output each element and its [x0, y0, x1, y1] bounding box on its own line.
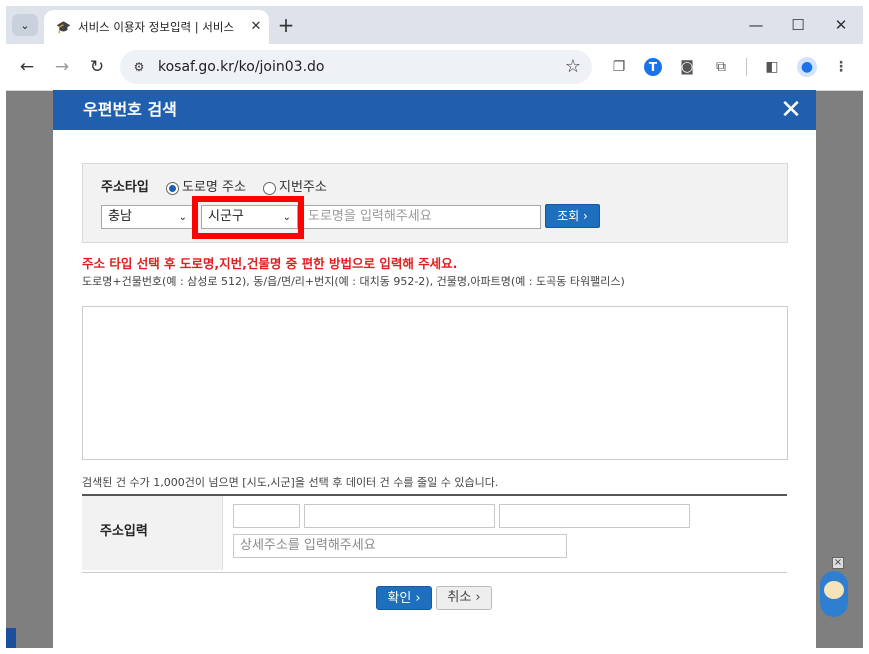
forward-button[interactable]: →	[51, 56, 73, 78]
province-select[interactable]: 충남 ⌄	[101, 205, 194, 229]
tab-close-icon[interactable]: ✕	[247, 18, 265, 36]
postcode-field[interactable]	[233, 504, 300, 528]
radio-jibun-address[interactable]	[263, 182, 276, 195]
translate-extension-icon[interactable]: T	[644, 58, 662, 76]
browser-toolbar: ← → ↻ ⚙ kosaf.go.kr/ko/join03.do ☆ ❐ T ◙…	[6, 44, 863, 91]
postcode-search-modal: 우편번호 검색 ✕ 주소타입 도로명 주소 지번주소 충남 ⌄ 시군구 ⌄ 도로…	[53, 90, 816, 648]
bookmark-star-icon[interactable]: ☆	[562, 56, 584, 78]
chevron-down-icon: ⌄	[178, 212, 187, 223]
tab-title: 서비스 이용자 정보입력 | 서비스 이용	[78, 20, 238, 34]
result-count-note: 검색된 건 수가 1,000건이 넘으면 [시도,시군]을 선택 후 데이터 건…	[82, 476, 499, 489]
modal-header: 우편번호 검색 ✕	[53, 90, 816, 130]
menu-kebab-icon[interactable]: ⋮	[830, 56, 852, 78]
detail-address-field[interactable]: 상세주소를 입력해주세요	[233, 534, 567, 558]
back-button[interactable]: ←	[16, 56, 38, 78]
modal-close-icon[interactable]: ✕	[777, 96, 805, 124]
confirm-button[interactable]: 확인 ›	[376, 586, 432, 610]
tab-strip: ⌄ 🎓 서비스 이용자 정보입력 | 서비스 이용 ✕ + — ☐ ✕	[6, 6, 863, 44]
input-warning-text: 주소 타입 선택 후 도로명,지번,건물명 중 편한 방법으로 입력해 주세요.	[82, 256, 458, 271]
reload-button[interactable]: ↻	[86, 56, 108, 78]
radio-jibun-label[interactable]: 지번주소	[279, 180, 327, 196]
detail-address-placeholder: 상세주소를 입력해주세요	[240, 538, 376, 553]
site-info-icon[interactable]: ⚙	[130, 58, 148, 76]
modal-title: 우편번호 검색	[83, 100, 177, 119]
tab-list-button[interactable]: ⌄	[12, 14, 38, 36]
radio-road-label[interactable]: 도로명 주소	[182, 180, 246, 196]
jibun-address-field[interactable]	[499, 504, 690, 528]
maximize-button[interactable]: ☐	[786, 14, 810, 36]
address-input-header: 주소입력	[82, 496, 223, 570]
close-window-button[interactable]: ✕	[829, 14, 853, 36]
search-results-area[interactable]	[82, 306, 788, 460]
road-name-placeholder: 도로명을 입력해주세요	[308, 209, 432, 224]
profile-avatar-icon[interactable]: ●	[797, 57, 817, 77]
search-panel: 주소타입 도로명 주소 지번주소 충남 ⌄ 시군구 ⌄ 도로명을 입력해주세요 …	[82, 163, 788, 243]
side-panel-icon[interactable]: ◧	[761, 56, 783, 78]
browser-window: ⌄ 🎓 서비스 이용자 정보입력 | 서비스 이용 ✕ + — ☐ ✕ ← → …	[6, 6, 863, 648]
new-tab-button[interactable]: +	[276, 15, 296, 35]
province-select-value: 충남	[108, 209, 132, 224]
mascot-close-icon[interactable]: ×	[832, 557, 844, 569]
copy-icon[interactable]: ❐	[608, 56, 630, 78]
camera-icon[interactable]: ◙	[676, 56, 698, 78]
road-address-field[interactable]	[304, 504, 495, 528]
highlight-annotation-box	[192, 196, 304, 239]
address-input-table: 주소입력 상세주소를 입력해주세요	[82, 494, 787, 573]
active-tab[interactable]: 🎓 서비스 이용자 정보입력 | 서비스 이용 ✕	[44, 10, 269, 44]
address-type-label: 주소타입	[101, 180, 149, 195]
cancel-button[interactable]: 취소 ›	[436, 586, 492, 610]
road-name-input[interactable]: 도로명을 입력해주세요	[301, 205, 541, 229]
radio-road-address[interactable]	[166, 182, 179, 195]
toolbar-separator	[746, 58, 747, 76]
url-text: kosaf.go.kr/ko/join03.do	[158, 59, 325, 75]
graduation-cap-icon: 🎓	[56, 20, 71, 34]
input-example-text: 도로명+건물번호(예 : 삼성로 512), 동/읍/면/리+번지(예 : 대치…	[82, 275, 625, 288]
mascot-face	[824, 581, 844, 599]
extensions-puzzle-icon[interactable]: ⧉	[710, 56, 732, 78]
page-edge-graphic	[6, 628, 16, 648]
lookup-button[interactable]: 조회 ›	[545, 204, 600, 228]
address-input-label: 주소입력	[100, 524, 148, 539]
address-bar[interactable]: ⚙ kosaf.go.kr/ko/join03.do ☆	[120, 50, 592, 84]
mascot-widget[interactable]: ×	[818, 557, 854, 623]
minimize-button[interactable]: —	[744, 14, 768, 36]
